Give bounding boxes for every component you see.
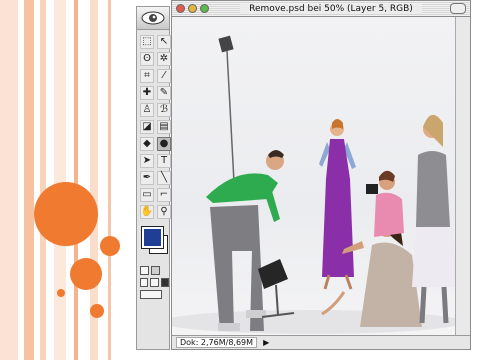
- document-titlebar: Remove.psd bei 50% (Layer 5, RGB): [172, 1, 470, 17]
- foreground-color-swatch[interactable]: [141, 226, 164, 249]
- vertical-scrollbar[interactable]: [455, 17, 470, 335]
- stripe: [54, 0, 66, 360]
- image-canvas[interactable]: [172, 17, 457, 335]
- close-button-icon[interactable]: [176, 4, 185, 13]
- notes-tool-icon[interactable]: ▭: [140, 188, 154, 202]
- minimize-button-icon[interactable]: [188, 4, 197, 13]
- screen-mode-row: [137, 275, 169, 287]
- healing-brush-icon[interactable]: ✚: [140, 86, 154, 100]
- magic-wand-tool-icon[interactable]: ✲: [157, 52, 171, 66]
- lasso-tool-icon[interactable]: ʘ: [140, 52, 154, 66]
- gradient-tool-icon[interactable]: ▤: [157, 120, 171, 134]
- blur-tool-icon[interactable]: ◆: [140, 137, 154, 151]
- eye-logo-icon: [141, 11, 165, 25]
- path-select-tool-icon[interactable]: ➤: [140, 154, 154, 168]
- orange-circle-small-2: [90, 304, 104, 318]
- photo-shoot-scene: [172, 35, 457, 334]
- quick-mask-row: [137, 263, 169, 275]
- stripe: [74, 0, 78, 360]
- jump-row: [137, 287, 169, 299]
- orange-circle-small: [100, 236, 120, 256]
- model-figure: [319, 119, 356, 290]
- orange-circle-medium: [70, 258, 102, 290]
- pen-tool-icon[interactable]: ✒: [140, 171, 154, 185]
- screen-mode-full-icon[interactable]: [160, 278, 169, 287]
- photographer-figure: [206, 150, 284, 331]
- stripe: [108, 0, 111, 360]
- orange-circle-tiny: [57, 289, 65, 297]
- screen-mode-standard-icon[interactable]: [140, 278, 149, 287]
- eyedropper-tool-icon[interactable]: ⌐: [157, 188, 171, 202]
- toolbox-palette: ⬚ ↖ ʘ ✲ ⌗ ⁄ ✚ ✎ ♙ ℬ ◪ ▤ ◆ ● ➤ T ✒ ╲ ▭ ⌐ ✋ ⚲: [136, 6, 171, 350]
- stripe: [0, 0, 18, 360]
- doc-size-readout: Dok: 2,76M/8,69M: [176, 337, 258, 348]
- assistant-figure: [412, 114, 457, 324]
- document-window: Remove.psd bei 50% (Layer 5, RGB) Dok: 2…: [171, 0, 471, 350]
- line-tool-icon[interactable]: ╲: [157, 171, 171, 185]
- zoom-tool-icon[interactable]: ⚲: [157, 205, 171, 219]
- studio-light-head: [218, 35, 234, 53]
- hand-tool-icon[interactable]: ✋: [140, 205, 154, 219]
- stripe: [40, 0, 46, 360]
- stamp-tool-icon[interactable]: ♙: [140, 103, 154, 117]
- history-brush-icon[interactable]: ℬ: [157, 103, 171, 117]
- standard-mode-icon[interactable]: [140, 266, 149, 275]
- tool-grid: ⬚ ↖ ʘ ✲ ⌗ ⁄ ✚ ✎ ♙ ℬ ◪ ▤ ◆ ● ➤ T ✒ ╲ ▭ ⌐ ✋ ⚲: [137, 30, 171, 219]
- document-title: Remove.psd bei 50% (Layer 5, RGB): [240, 3, 422, 14]
- jump-to-imageready-icon[interactable]: [140, 290, 162, 299]
- crop-tool-icon[interactable]: ⌗: [140, 69, 154, 83]
- slice-tool-icon[interactable]: ⁄: [157, 69, 171, 83]
- marquee-tool-icon[interactable]: ⬚: [140, 35, 154, 49]
- color-swatches: [139, 226, 169, 263]
- dodge-tool-icon[interactable]: ●: [157, 137, 171, 151]
- orange-circle-large: [34, 182, 98, 246]
- stripe: [24, 0, 34, 360]
- eraser-tool-icon[interactable]: ◪: [140, 120, 154, 134]
- light-stand-pole: [226, 50, 235, 183]
- status-arrow-icon[interactable]: ▶: [263, 338, 269, 347]
- type-tool-icon[interactable]: T: [157, 154, 171, 168]
- spotlight-prop: [258, 259, 295, 318]
- crouching-photographer-figure: [366, 170, 404, 237]
- brush-tool-icon[interactable]: ✎: [157, 86, 171, 100]
- slide-stripe-decoration: [0, 0, 130, 360]
- toolbox-header[interactable]: [137, 7, 169, 30]
- move-tool-icon[interactable]: ↖: [157, 35, 171, 49]
- quick-mask-icon[interactable]: [151, 266, 160, 275]
- screen-mode-menu-icon[interactable]: [150, 278, 159, 287]
- status-bar: Dok: 2,76M/8,69M ▶: [172, 335, 470, 349]
- zoom-button-icon[interactable]: [200, 4, 209, 13]
- toolbar-toggle-button[interactable]: [450, 3, 466, 14]
